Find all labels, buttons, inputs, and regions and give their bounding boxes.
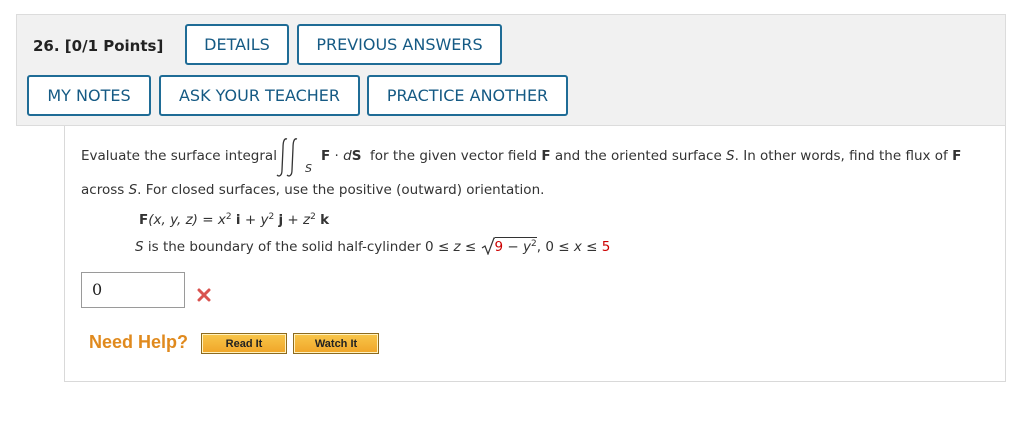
problem-line-2: across S. For closed surfaces, use the p… [81,182,545,198]
read-it-button[interactable]: Read It [201,333,287,354]
sqrt-icon [481,237,495,256]
x-mark-icon [197,288,211,302]
answer-input[interactable]: 0 [81,272,185,308]
double-integral-icon [276,138,298,177]
question-header: 26. [0/1 Points] DETAILS PREVIOUS ANSWER… [16,14,1006,126]
need-help-label: Need Help? [89,332,189,352]
surface-description: S is the boundary of the solid half-cyli… [135,237,611,256]
ask-your-teacher-button[interactable]: ASK YOUR TEACHER [159,75,360,116]
previous-answers-button[interactable]: PREVIOUS ANSWERS [297,24,502,65]
practice-another-button[interactable]: PRACTICE ANOTHER [367,75,568,116]
problem-intro: Evaluate the surface integral [81,148,277,164]
vector-field: F(x, y, z) = x2 i + y2 j + z2 k [139,212,330,228]
integral-subscript: S [305,162,312,175]
question-content: Evaluate the surface integral S F · dS f… [64,126,1006,382]
details-button[interactable]: DETAILS [185,24,289,65]
watch-it-button[interactable]: Watch It [293,333,379,354]
problem-line-1: F · dS for the given vector field F and … [321,148,962,164]
question-number-points: 26. [0/1 Points] [33,37,164,55]
my-notes-button[interactable]: MY NOTES [27,75,151,116]
